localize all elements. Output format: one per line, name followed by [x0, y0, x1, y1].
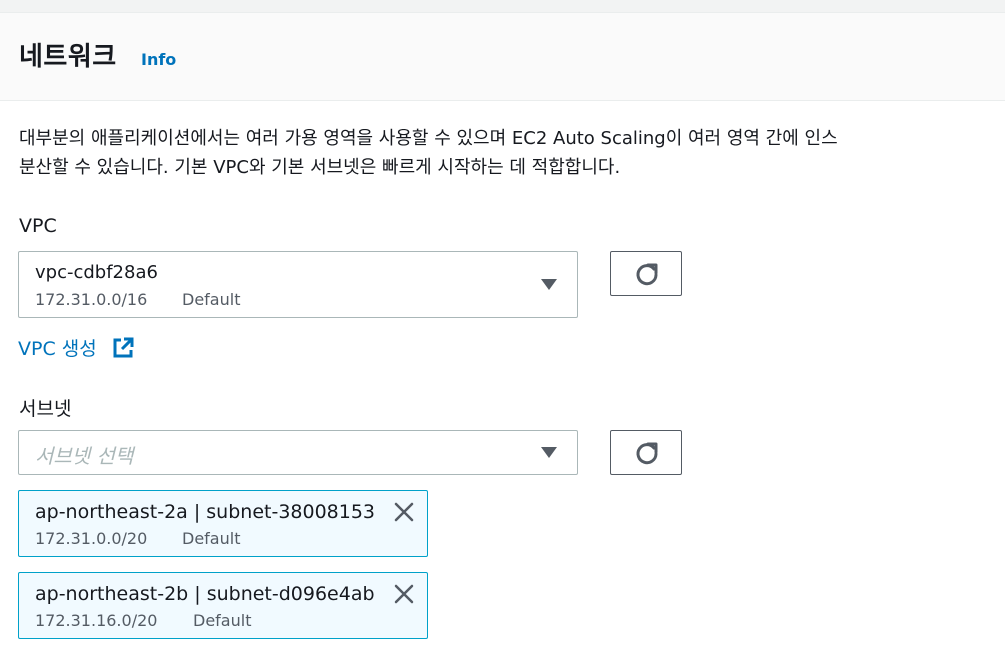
refresh-icon [636, 263, 658, 286]
subnet-token-name: ap-northeast-2b | subnet-d096e4ab [35, 583, 375, 605]
caret-down-icon [541, 278, 557, 290]
subnet-token: ap-northeast-2a | subnet-38008153 172.31… [18, 490, 428, 557]
section-header: 네트워크 Info [0, 13, 1005, 101]
subnet-token-tag: Default [193, 611, 252, 630]
description-line-2: 분산할 수 있습니다. 기본 VPC와 기본 서브넷은 빠르게 시작하는 데 적… [19, 157, 621, 178]
caret-down-icon [541, 446, 557, 458]
subnet-token: ap-northeast-2b | subnet-d096e4ab 172.31… [18, 572, 428, 639]
external-link-icon[interactable] [112, 337, 134, 359]
subnet-select[interactable]: 서브넷 선택 [18, 430, 578, 475]
vpc-refresh-button[interactable] [610, 251, 682, 296]
subnet-token-tag: Default [182, 529, 241, 548]
subnet-refresh-button[interactable] [610, 430, 682, 475]
vpc-label: VPC [19, 215, 57, 237]
subnet-token-cidr: 172.31.16.0/20 [35, 611, 158, 630]
vpc-selected-id: vpc-cdbf28a6 [35, 262, 158, 283]
vpc-selected-tag: Default [182, 290, 241, 309]
section-title: 네트워크 [19, 42, 117, 72]
subnet-label: 서브넷 [19, 398, 72, 420]
vpc-select[interactable]: vpc-cdbf28a6 172.31.0.0/16 Default [18, 251, 578, 318]
refresh-icon [636, 442, 658, 465]
info-link[interactable]: Info [141, 50, 176, 69]
top-strip [0, 0, 1005, 13]
vpc-selected-cidr: 172.31.0.0/16 [35, 290, 148, 309]
subnet-placeholder: 서브넷 선택 [35, 444, 134, 468]
description-line-1: 대부분의 애플리케이션에서는 여러 가용 영역을 사용할 수 있으며 EC2 A… [19, 128, 838, 149]
subnet-token-cidr: 172.31.0.0/20 [35, 529, 148, 548]
create-vpc-link[interactable]: VPC 생성 [18, 334, 97, 361]
section-description: 대부분의 애플리케이션에서는 여러 가용 영역을 사용할 수 있으며 EC2 A… [19, 124, 1005, 182]
subnet-token-name: ap-northeast-2a | subnet-38008153 [35, 501, 376, 523]
close-icon[interactable] [393, 501, 415, 523]
close-icon[interactable] [393, 583, 415, 605]
